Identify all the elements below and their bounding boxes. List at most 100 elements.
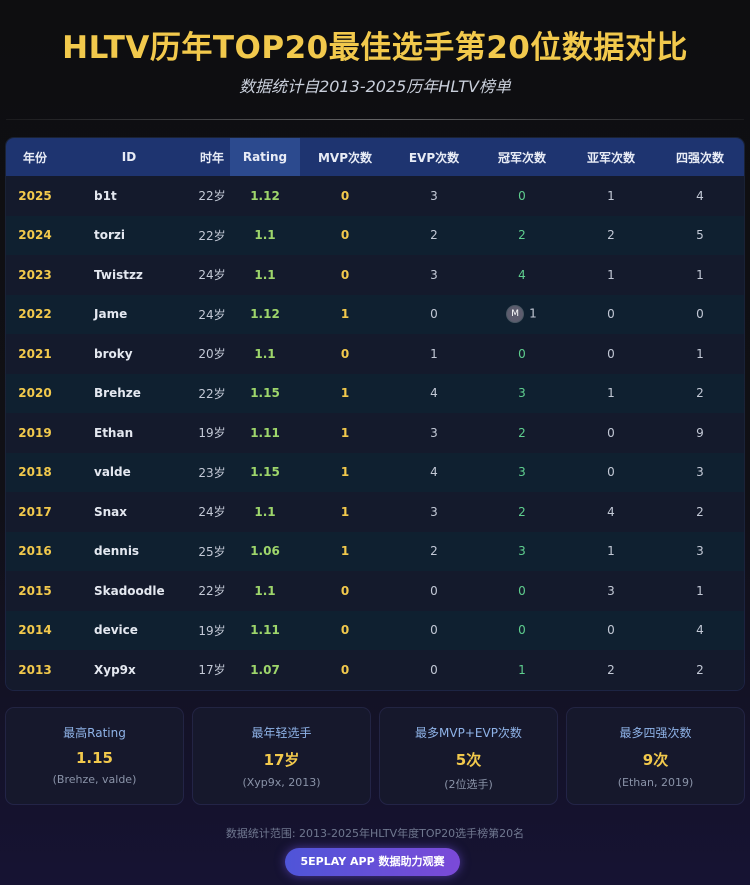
cell-mvp: 1 xyxy=(340,307,350,322)
stat-label: 最多四强次数 xyxy=(619,726,692,740)
cell-rating: 1.1 xyxy=(254,267,276,282)
cell-top4: 3 xyxy=(696,544,704,559)
stat-detail: (Brehze, valde) xyxy=(52,773,137,786)
cell-player-id: device xyxy=(94,623,138,638)
cell-player-id: Ethan xyxy=(94,425,134,440)
cell-top4: 3 xyxy=(696,465,704,480)
cell-age: 19岁 xyxy=(198,623,226,638)
cell-champion: 3 xyxy=(518,544,526,559)
table-header-row: 年份 ID 时年 Rating MVP次数 EVP次数 冠军次数 亚军次数 四强… xyxy=(6,138,744,176)
col-header-age[interactable]: 时年 xyxy=(194,138,230,176)
cell-champion: 1 xyxy=(518,662,526,677)
stat-detail: (Ethan, 2019) xyxy=(617,776,694,789)
cell-mvp: 1 xyxy=(340,504,350,519)
cell-age: 17岁 xyxy=(198,663,226,678)
cell-evp: 0 xyxy=(430,623,438,638)
stat-value: 9次 xyxy=(642,751,669,769)
stats-table: 年份 ID 时年 Rating MVP次数 EVP次数 冠军次数 亚军次数 四强… xyxy=(6,138,744,690)
cell-champion: 3 xyxy=(518,386,526,401)
cell-champion: 2 xyxy=(518,425,526,440)
cell-top4: 2 xyxy=(696,386,704,401)
table-row: 2013 Xyp9x 17岁 1.07 0 0 1 2 2 xyxy=(6,650,744,690)
cell-rating: 1.1 xyxy=(254,583,276,598)
cell-year: 2013 xyxy=(18,662,52,677)
stat-value: 1.15 xyxy=(75,749,113,767)
cell-evp: 3 xyxy=(430,267,438,282)
cell-top4: 1 xyxy=(696,583,704,598)
stat-value: 5次 xyxy=(455,751,482,769)
col-header-runner-up[interactable]: 亚军次数 xyxy=(566,138,656,176)
cell-champion: 0 xyxy=(518,583,526,598)
table-row: 2020 Brehze 22岁 1.15 1 4 3 1 2 xyxy=(6,373,744,413)
cell-evp: 0 xyxy=(430,662,438,677)
cell-runner-up: 0 xyxy=(607,307,615,322)
cell-year: 2025 xyxy=(18,188,52,203)
cell-champion: 0 xyxy=(518,623,526,638)
col-header-rating[interactable]: Rating xyxy=(230,138,300,176)
cell-player-id: Brehze xyxy=(94,386,141,401)
cell-mvp: 0 xyxy=(340,583,350,598)
cell-runner-up: 0 xyxy=(607,623,615,638)
m-badge-icon: M xyxy=(507,306,524,323)
col-header-top4[interactable]: 四强次数 xyxy=(656,138,744,176)
cell-year: 2023 xyxy=(18,267,52,282)
cell-champion: 0 xyxy=(518,188,526,203)
stat-card-most-top4: 最多四强次数 9次 (Ethan, 2019) xyxy=(567,708,744,804)
cell-age: 23岁 xyxy=(198,465,226,480)
cell-year: 2017 xyxy=(18,504,52,519)
cell-year: 2024 xyxy=(18,228,52,243)
cell-mvp: 0 xyxy=(340,267,350,282)
cell-champion: 2 xyxy=(518,228,526,243)
table-row: 2015 Skadoodle 22岁 1.1 0 0 0 3 1 xyxy=(6,571,744,611)
app-promo-button[interactable]: 5EPLAY APP 数据助力观赛 xyxy=(285,848,460,876)
cell-evp: 2 xyxy=(430,228,438,243)
table-row: 2025 b1t 22岁 1.12 0 3 0 1 4 xyxy=(6,176,744,216)
cell-evp: 3 xyxy=(430,188,438,203)
col-header-evp[interactable]: EVP次数 xyxy=(390,138,478,176)
cell-player-id: Twistzz xyxy=(94,267,143,282)
cell-evp: 0 xyxy=(430,307,438,322)
table-row: 2018 valde 23岁 1.15 1 4 3 0 3 xyxy=(6,452,744,492)
cell-evp: 3 xyxy=(430,504,438,519)
cell-rating: 1.15 xyxy=(250,465,280,480)
cell-year: 2014 xyxy=(18,623,52,638)
footer-note: 数据统计范围: 2013-2025年HLTV年度TOP20选手榜第20名 xyxy=(225,827,525,840)
cell-top4: 1 xyxy=(696,346,704,361)
cell-year: 2019 xyxy=(18,425,52,440)
cell-rating: 1.07 xyxy=(250,662,280,677)
cell-rating: 1.15 xyxy=(250,386,280,401)
header-divider xyxy=(6,119,744,120)
col-header-champion[interactable]: 冠军次数 xyxy=(478,138,566,176)
cell-evp: 4 xyxy=(430,465,438,480)
cell-top4: 4 xyxy=(696,188,704,203)
col-header-mvp[interactable]: MVP次数 xyxy=(300,138,390,176)
cell-mvp: 0 xyxy=(340,228,350,243)
cell-runner-up: 3 xyxy=(607,583,615,598)
cell-runner-up: 1 xyxy=(607,544,615,559)
cell-player-id: Xyp9x xyxy=(94,662,136,677)
cell-age: 19岁 xyxy=(198,426,226,441)
cell-mvp: 1 xyxy=(340,386,350,401)
table-row: 2019 Ethan 19岁 1.11 1 3 2 0 9 xyxy=(6,413,744,453)
page-title: HLTV历年TOP20最佳选手第20位数据对比 xyxy=(62,30,688,66)
cell-age: 22岁 xyxy=(198,189,226,204)
stat-detail: (2位选手) xyxy=(444,778,493,791)
cell-runner-up: 0 xyxy=(607,465,615,480)
stat-card-youngest-player: 最年轻选手 17岁 (Xyp9x, 2013) xyxy=(193,708,370,804)
table-row: 2021 broky 20岁 1.1 0 1 0 0 1 xyxy=(6,334,744,374)
stat-card-highest-rating: 最高Rating 1.15 (Brehze, valde) xyxy=(6,708,183,804)
table-row: 2024 torzi 22岁 1.1 0 2 2 2 5 xyxy=(6,215,744,255)
col-header-id[interactable]: ID xyxy=(64,138,194,176)
cell-age: 24岁 xyxy=(198,268,226,283)
col-header-year[interactable]: 年份 xyxy=(6,138,64,176)
cell-rating: 1.1 xyxy=(254,504,276,519)
cell-rating: 1.1 xyxy=(254,346,276,361)
cell-top4: 2 xyxy=(696,504,704,519)
cell-rating: 1.11 xyxy=(250,623,280,638)
cell-runner-up: 1 xyxy=(607,188,615,203)
cell-mvp: 1 xyxy=(340,465,350,480)
cell-player-id: dennis xyxy=(94,544,140,559)
table-row: 2023 Twistzz 24岁 1.1 0 3 4 1 1 xyxy=(6,255,744,295)
cell-age: 22岁 xyxy=(198,228,226,243)
cell-player-id: broky xyxy=(94,346,133,361)
